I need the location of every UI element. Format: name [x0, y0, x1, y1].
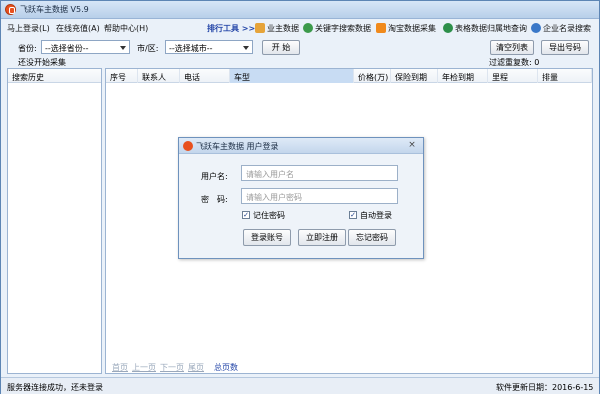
- column-header[interactable]: 保险到期: [391, 69, 438, 83]
- username-input[interactable]: 请输入用户名: [241, 165, 398, 181]
- chevron-down-icon: [120, 46, 126, 50]
- column-header[interactable]: 车型: [230, 69, 354, 83]
- magnifier-icon: [531, 23, 541, 33]
- search-icon: [303, 23, 313, 33]
- clear-list-button[interactable]: 清空列表: [490, 40, 534, 55]
- app-logo-icon: [5, 4, 16, 15]
- first-page-link[interactable]: 首页: [112, 362, 128, 373]
- phone-location-label: 表格数据归属地查询: [455, 23, 527, 33]
- owner-data-label: 业主数据: [267, 23, 299, 33]
- total-pages-label: 总页数: [214, 363, 238, 372]
- update-date: 软件更新日期：2016-6-15: [496, 383, 594, 392]
- menu-login[interactable]: 马上登录(L): [7, 23, 50, 34]
- prev-page-link[interactable]: 上一页: [132, 362, 156, 373]
- login-button[interactable]: 登录账号: [243, 229, 291, 246]
- keyword-search-button[interactable]: 关键字搜索数据: [303, 21, 371, 35]
- search-history-title: 搜索历史: [8, 69, 101, 83]
- checkbox-checked-icon: ✓: [349, 211, 357, 219]
- cart-icon: [376, 23, 386, 33]
- province-label: 省份:: [18, 44, 37, 53]
- globe-icon: [443, 23, 453, 33]
- taobao-collect-label: 淘宝数据采集: [388, 23, 436, 33]
- status-bar: 服务器连接成功，还未登录 软件更新日期：2016-6-15: [1, 377, 599, 394]
- last-page-link[interactable]: 尾页: [188, 362, 204, 373]
- login-dialog-title: 飞跃车主数据 用户登录: [196, 142, 279, 151]
- filter-bar: 省份: --选择省份-- 市/区: --选择城市-- 开 始 清空列表 导出号码: [1, 37, 599, 59]
- column-header[interactable]: 序号: [106, 69, 138, 83]
- register-button[interactable]: 立即注册: [298, 229, 346, 246]
- auto-login-label: 自动登录: [360, 210, 392, 220]
- close-icon[interactable]: ×: [405, 140, 419, 151]
- city-label: 市/区:: [137, 44, 159, 53]
- remember-password-label: 记住密码: [253, 210, 285, 220]
- phone-location-button[interactable]: 表格数据归属地查询: [443, 21, 527, 35]
- forgot-password-button[interactable]: 忘记密码: [348, 229, 396, 246]
- city-select[interactable]: --选择城市--: [165, 40, 253, 54]
- house-icon: [255, 23, 265, 33]
- start-button[interactable]: 开 始: [262, 40, 300, 55]
- menu-recharge[interactable]: 在线充值(A): [56, 23, 100, 34]
- title-bar: 飞跃车主数据 V5.9: [1, 1, 599, 19]
- column-header[interactable]: 排量: [538, 69, 592, 83]
- auto-login-checkbox[interactable]: ✓ 自动登录: [349, 210, 392, 220]
- menu-help[interactable]: 帮助中心(H): [104, 23, 148, 34]
- login-dialog-titlebar: 飞跃车主数据 用户登录 ×: [179, 138, 423, 154]
- search-history-panel: 搜索历史: [7, 68, 102, 374]
- app-logo-icon: [183, 141, 193, 151]
- city-select-value: --选择城市--: [169, 44, 213, 53]
- remember-password-checkbox[interactable]: ✓ 记住密码: [242, 210, 285, 220]
- keyword-search-label: 关键字搜索数据: [315, 23, 371, 33]
- table-header: 序号 联系人 电话 车型 价格(万) 保险到期 年检到期 里程 排量: [106, 69, 592, 83]
- collect-status: 还没开始采集: [18, 58, 66, 67]
- password-input[interactable]: 请输入用户密码: [241, 188, 398, 204]
- province-select[interactable]: --选择省份--: [41, 40, 130, 54]
- column-header[interactable]: 年检到期: [438, 69, 488, 83]
- window-title: 飞跃车主数据 V5.9: [20, 5, 89, 14]
- chevron-down-icon: [243, 46, 249, 50]
- ranking-tools-link[interactable]: 排行工具 >>: [207, 23, 255, 34]
- main-window: 飞跃车主数据 V5.9 马上登录(L) 在线充值(A) 帮助中心(H) 排行工具…: [0, 0, 600, 394]
- owner-data-button[interactable]: 业主数据: [255, 21, 299, 35]
- column-header[interactable]: 价格(万): [354, 69, 391, 83]
- taobao-collect-button[interactable]: 淘宝数据采集: [376, 21, 436, 35]
- password-label: 密 码:: [201, 195, 228, 204]
- company-search-label: 企业名录搜索: [543, 23, 591, 33]
- province-select-value: --选择省份--: [45, 44, 89, 53]
- column-header[interactable]: 联系人: [138, 69, 180, 83]
- username-label: 用户名:: [201, 172, 228, 181]
- connection-status: 服务器连接成功，还未登录: [7, 383, 103, 392]
- checkbox-checked-icon: ✓: [242, 211, 250, 219]
- menu-bar: 马上登录(L) 在线充值(A) 帮助中心(H) 排行工具 >> 业主数据 关键字…: [1, 19, 599, 36]
- company-search-button[interactable]: 企业名录搜索: [531, 21, 591, 35]
- export-numbers-button[interactable]: 导出号码: [541, 40, 589, 55]
- column-header[interactable]: 里程: [488, 69, 538, 83]
- filter-count: 过滤重复数: 0: [489, 58, 540, 67]
- next-page-link[interactable]: 下一页: [160, 362, 184, 373]
- column-header[interactable]: 电话: [180, 69, 230, 83]
